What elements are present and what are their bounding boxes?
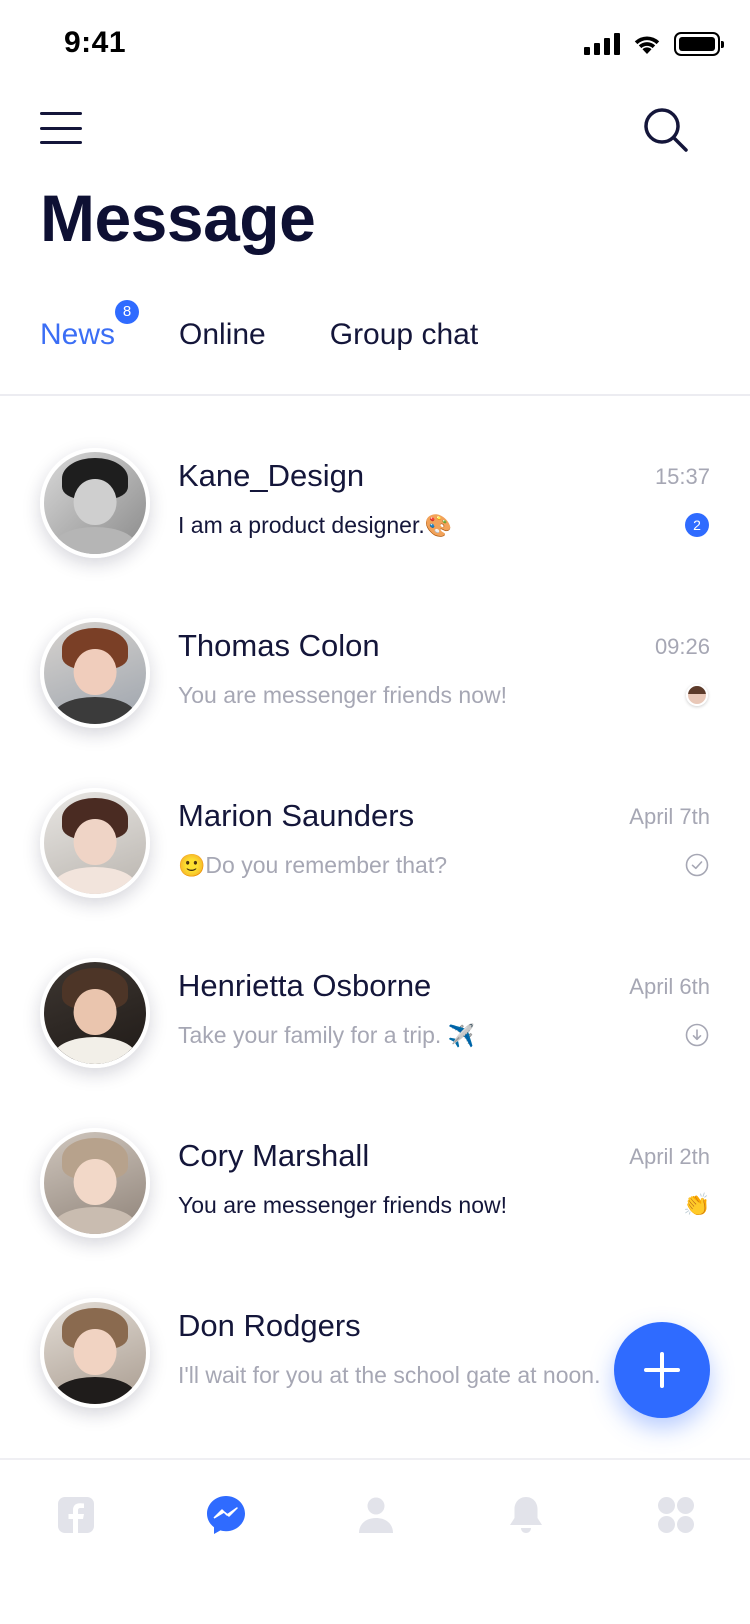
cellular-signal-icon (584, 33, 620, 55)
conversation-item[interactable]: Henrietta Osborne Take your family for a… (0, 950, 750, 1120)
clap-emoji: 👏 (683, 1192, 711, 1217)
bottom-tab-bar (0, 1458, 750, 1624)
seen-avatar (686, 684, 708, 706)
tab-group-chat-label: Group chat (329, 318, 479, 351)
message-time: 15:37 (654, 464, 710, 489)
message-time: April 7th (629, 804, 710, 829)
message-time: April 6th (629, 974, 710, 999)
unread-count-badge: 2 (685, 513, 709, 537)
conversation-item[interactable]: Thomas Colon You are messenger friends n… (0, 610, 750, 780)
profile-icon (359, 1497, 393, 1533)
avatar[interactable] (40, 448, 150, 558)
status-icons (584, 32, 724, 56)
status-bar: 9:41 (0, 0, 750, 90)
sent-indicator (684, 1022, 710, 1048)
tab-apps[interactable] (653, 1492, 699, 1538)
last-message: 🙂Do you remember that? (178, 852, 447, 879)
conversation-item[interactable]: Marion Saunders 🙂Do you remember that? A… (0, 780, 750, 950)
message-time: 09:26 (654, 634, 710, 659)
last-message-text: Do you remember that? (205, 852, 448, 878)
last-message-text: I'll wait for you at the school gate at … (178, 1362, 601, 1388)
plus-icon (644, 1352, 680, 1388)
last-message: You are messenger friends now! (178, 1192, 507, 1219)
status-time: 9:41 (64, 26, 127, 59)
avatar[interactable] (40, 1128, 150, 1238)
search-icon[interactable] (642, 106, 690, 154)
contact-name: Marion Saunders (178, 798, 415, 833)
facebook-icon (58, 1497, 94, 1533)
unread-indicator: 2 (684, 512, 710, 538)
contact-name: Don Rodgers (178, 1308, 361, 1343)
avatar[interactable] (40, 618, 150, 728)
tabs-divider (0, 394, 750, 396)
tab-notifications[interactable] (503, 1492, 549, 1538)
message-time: April 2th (629, 1144, 710, 1169)
conversation-item[interactable]: Cory Marshall You are messenger friends … (0, 1120, 750, 1290)
last-message-text: Take your family for a trip. (178, 1022, 442, 1048)
message-tabs: News 8 Online Group chat (40, 300, 478, 352)
page-title: Message (40, 181, 316, 255)
avatar[interactable] (40, 958, 150, 1068)
check-circle-icon (685, 853, 709, 877)
battery-icon (674, 32, 724, 56)
contact-name: Kane_Design (178, 458, 365, 493)
last-message-text: I am a product designer. (178, 512, 425, 538)
delivered-indicator (684, 852, 710, 878)
tab-facebook[interactable] (53, 1492, 99, 1538)
arrow-down-circle-icon (685, 1023, 709, 1047)
tab-group-chat[interactable]: Group chat (330, 318, 478, 352)
tab-news-label: News (40, 318, 116, 351)
seen-indicator (684, 682, 710, 708)
wifi-icon (634, 36, 660, 54)
menu-button[interactable] (40, 112, 82, 144)
last-message-text: You are messenger friends now! (178, 1192, 508, 1218)
avatar[interactable] (40, 1298, 150, 1408)
tab-online[interactable]: Online (179, 318, 266, 352)
tab-online-label: Online (179, 318, 266, 351)
reaction-indicator: 👏 (683, 1192, 711, 1218)
tab-news-badge: 8 (115, 300, 140, 324)
last-message: You are messenger friends now! (178, 682, 507, 709)
bell-icon (510, 1497, 542, 1533)
palette-emoji: 🎨 (424, 513, 453, 538)
tab-profile[interactable] (353, 1492, 399, 1538)
contact-name: Henrietta Osborne (178, 968, 432, 1003)
messenger-icon (207, 1496, 245, 1534)
last-message: Take your family for a trip. ✈️ (178, 1022, 475, 1049)
conversation-item[interactable]: Kane_Design I am a product designer.🎨 15… (0, 440, 750, 610)
airplane-emoji: ✈️ (447, 1023, 476, 1048)
apps-icon (658, 1497, 694, 1533)
contact-name: Cory Marshall (178, 1138, 370, 1173)
smile-emoji: 🙂 (178, 853, 206, 878)
tab-news[interactable]: News 8 (40, 300, 140, 352)
new-message-button[interactable] (614, 1322, 710, 1418)
tab-messenger[interactable] (203, 1492, 249, 1538)
contact-name: Thomas Colon (178, 628, 380, 663)
last-message: I am a product designer.🎨 (178, 512, 452, 539)
last-message: I'll wait for you at the school gate at … (178, 1362, 600, 1389)
avatar[interactable] (40, 788, 150, 898)
last-message-text: You are messenger friends now! (178, 682, 508, 708)
